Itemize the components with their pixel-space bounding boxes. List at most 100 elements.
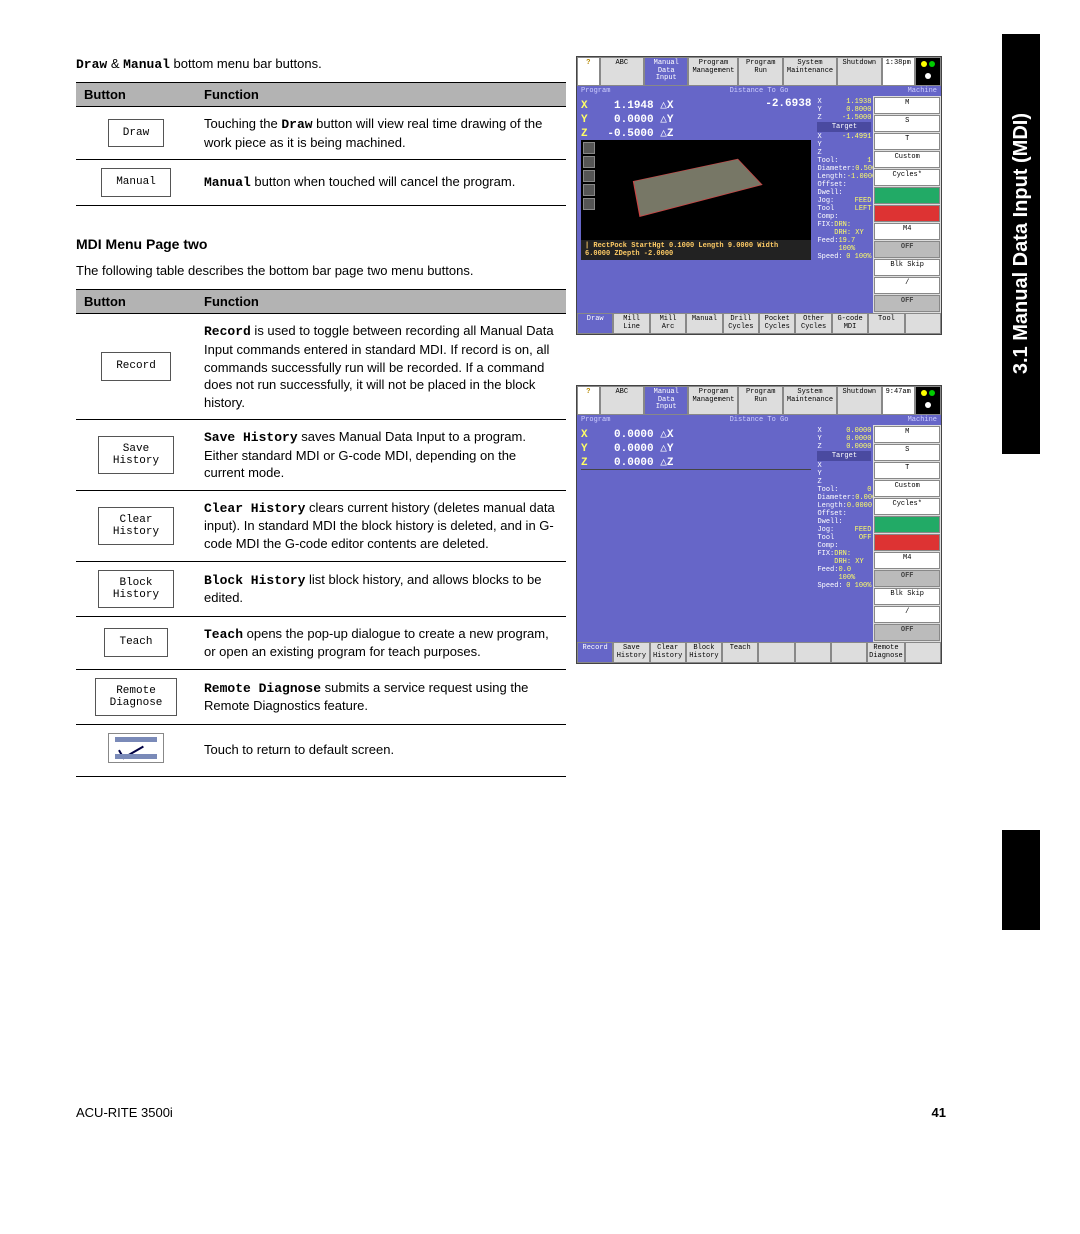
- function-remote-diagnose: Remote Diagnose submits a service reques…: [196, 669, 566, 724]
- return-arrow-icon: [118, 739, 144, 760]
- band-program-2: Program: [577, 415, 614, 425]
- col-function: Function: [196, 83, 566, 107]
- bbar-pocket-cycles[interactable]: Pocket Cycles: [759, 313, 795, 334]
- tab-sm-2[interactable]: SystemMaintenance: [783, 386, 837, 415]
- bbar-draw[interactable]: Draw: [577, 313, 613, 334]
- button-record[interactable]: Record: [101, 352, 171, 381]
- gcode-line: | RectPock StartHgt 0.1000 Length 9.0000…: [581, 240, 811, 260]
- icon-m4[interactable]: M4: [874, 223, 940, 240]
- bbar2-block-history[interactable]: Block History: [686, 642, 722, 663]
- icon-slash[interactable]: /: [874, 277, 940, 294]
- function-clear-history: Clear History clears current history (de…: [196, 490, 566, 561]
- button-save-history[interactable]: Save History: [98, 436, 174, 474]
- band-distance: Distance To Go: [614, 86, 903, 96]
- icon-slash-2[interactable]: /: [874, 606, 940, 623]
- icon-m[interactable]: M: [874, 97, 940, 114]
- label-custom-2: Custom: [874, 480, 940, 497]
- icon-s[interactable]: S: [874, 115, 940, 132]
- view-tool-icons[interactable]: [581, 140, 597, 240]
- side-data: X1.1938 Y0.8000 Z-1.5000 Target X-1.4991…: [815, 96, 873, 313]
- dro-panel-2: X 0.0000 △X Y 0.0000 △Y Z 0.0000 △Z: [577, 425, 815, 642]
- button-return-default[interactable]: [108, 733, 164, 763]
- button-teach[interactable]: Teach: [104, 628, 167, 657]
- tab-abc-2[interactable]: ABC: [600, 386, 644, 415]
- icon-m-2[interactable]: M: [874, 426, 940, 443]
- tab-program-run[interactable]: Program Run: [738, 57, 782, 86]
- icon-t[interactable]: T: [874, 133, 940, 150]
- button-block-history[interactable]: Block History: [98, 570, 174, 608]
- clock-2: 9:47am: [882, 386, 915, 415]
- bbar-page-next[interactable]: [905, 313, 941, 334]
- bbar-gcode-mdi[interactable]: G-code MDI: [832, 313, 868, 334]
- tab-mdi-2[interactable]: Manual DataInput: [644, 386, 688, 415]
- table-draw-manual: Button Function Draw Touching the Draw b…: [76, 82, 566, 206]
- bottom-bar-2: Record Save History Clear History Block …: [577, 642, 941, 663]
- status-leds-2: [915, 386, 941, 415]
- tab-program-management[interactable]: ProgramManagement: [688, 57, 738, 86]
- cnc-screenshot-2: ? ABC Manual DataInput ProgramManagement…: [576, 385, 942, 664]
- workpiece-shape: [633, 159, 763, 217]
- function-save-history: Save History saves Manual Data Input to …: [196, 420, 566, 491]
- bbar2-blank2: [795, 642, 831, 663]
- bbar2-blank3: [831, 642, 867, 663]
- toggle-off-2b[interactable]: OFF: [874, 624, 940, 641]
- band-machine-2: Machine: [904, 415, 941, 425]
- tab-abc[interactable]: ABC: [600, 57, 644, 86]
- label-custom: Custom: [874, 151, 940, 168]
- tab-pm-2[interactable]: ProgramManagement: [688, 386, 738, 415]
- right-icon-bar: M S T Custom Cycles* M4 OFF Blk Skip / O…: [873, 96, 941, 313]
- para-page-two: The following table describes the bottom…: [76, 262, 566, 280]
- bbar2-save-history[interactable]: Save History: [613, 642, 649, 663]
- band-program: Program: [577, 86, 614, 96]
- col2-button: Button: [76, 290, 196, 314]
- button-manual[interactable]: Manual: [101, 168, 171, 197]
- bbar2-clear-history[interactable]: Clear History: [650, 642, 686, 663]
- button-remote-diagnose[interactable]: Remote Diagnose: [95, 678, 178, 716]
- icon-t-2[interactable]: T: [874, 462, 940, 479]
- footer-product: ACU-RITE 3500i: [76, 1105, 173, 1120]
- bbar-tool[interactable]: Tool: [868, 313, 904, 334]
- label-cycles-2: Cycles*: [874, 498, 940, 515]
- label-cycles: Cycles*: [874, 169, 940, 186]
- button-draw[interactable]: Draw: [108, 119, 164, 148]
- bbar2-remote-diagnose[interactable]: Remote Diagnose: [867, 642, 905, 663]
- function-return: Touch to return to default screen.: [196, 724, 566, 776]
- tab-shutdown-2[interactable]: Shutdown: [837, 386, 881, 415]
- bbar2-teach[interactable]: Teach: [722, 642, 758, 663]
- bbar-mill-arc[interactable]: Mill Arc: [650, 313, 686, 334]
- toggle-off-1b[interactable]: OFF: [874, 570, 940, 587]
- band-distance-2: Distance To Go: [614, 415, 903, 425]
- tab-mdi[interactable]: Manual DataInput: [644, 57, 688, 86]
- icon-m4-2[interactable]: M4: [874, 552, 940, 569]
- function-draw: Touching the Draw button will view real …: [196, 107, 566, 160]
- icon-cycle-2[interactable]: [874, 205, 940, 222]
- help-icon[interactable]: ?: [577, 57, 600, 86]
- bottom-bar-1: Draw Mill Line Mill Arc Manual Drill Cyc…: [577, 313, 941, 334]
- bbar2-record[interactable]: Record: [577, 642, 613, 663]
- icon-cycle-1b[interactable]: [874, 516, 940, 533]
- function-block-history: Block History list block history, and al…: [196, 561, 566, 616]
- band-machine: Machine: [904, 86, 941, 96]
- toggle-off-2[interactable]: OFF: [874, 295, 940, 312]
- bbar-other-cycles[interactable]: Other Cycles: [795, 313, 831, 334]
- icon-cycle-2b[interactable]: [874, 534, 940, 551]
- tab-shutdown[interactable]: Shutdown: [837, 57, 881, 86]
- bbar2-blank1: [758, 642, 794, 663]
- cnc-screenshot-1: ? ABC Manual DataInput ProgramManagement…: [576, 56, 942, 335]
- icon-cycle-1[interactable]: [874, 187, 940, 204]
- dro-panel: X 1.1948 △X-2.6938 Y 0.0000 △Y Z -0.5000…: [577, 96, 815, 313]
- bbar2-page[interactable]: [905, 642, 941, 663]
- right-icon-bar-2: M S T Custom Cycles* M4 OFF Blk Skip / O…: [873, 425, 941, 642]
- bbar-mill-line[interactable]: Mill Line: [613, 313, 649, 334]
- toggle-off-1[interactable]: OFF: [874, 241, 940, 258]
- help-icon-2[interactable]: ?: [577, 386, 600, 415]
- col-button: Button: [76, 83, 196, 107]
- bbar-manual[interactable]: Manual: [686, 313, 722, 334]
- tab-pr-2[interactable]: Program Run: [738, 386, 782, 415]
- button-clear-history[interactable]: Clear History: [98, 507, 174, 545]
- icon-s-2[interactable]: S: [874, 444, 940, 461]
- section-tab: 3.1 Manual Data Input (MDI): [1002, 34, 1040, 454]
- intro-manual: Manual: [123, 57, 170, 72]
- tab-system-maintenance[interactable]: SystemMaintenance: [783, 57, 837, 86]
- bbar-drill-cycles[interactable]: Drill Cycles: [723, 313, 759, 334]
